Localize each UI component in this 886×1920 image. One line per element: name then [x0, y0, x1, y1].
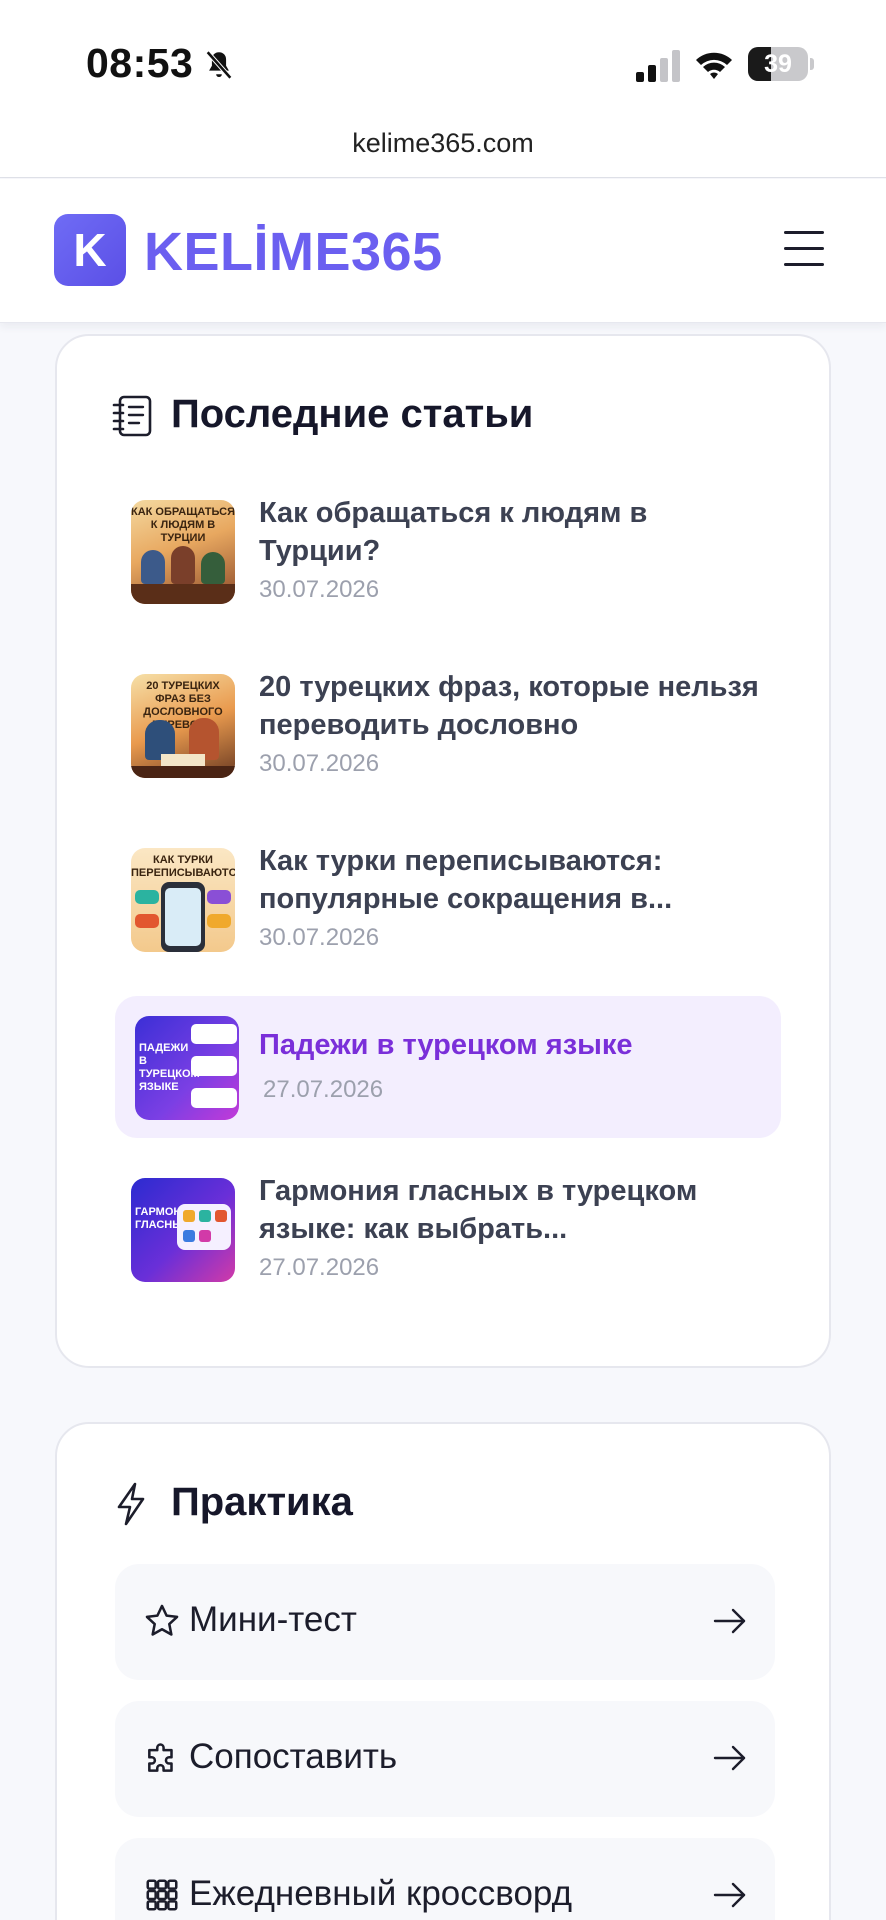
hamburger-menu-icon[interactable] — [784, 231, 824, 267]
wifi-icon — [696, 52, 732, 79]
practice-label[interactable]: Мини-тест — [189, 1600, 357, 1640]
lightning-icon — [117, 1482, 145, 1526]
status-bar: 08:53 39 — [0, 0, 886, 118]
article-thumbnail: ГАРМОНИЯ ГЛАСНЫХ — [131, 1178, 235, 1282]
practice-match[interactable]: Сопоставить — [115, 1701, 775, 1817]
latest-articles-title: Последние статьи — [171, 392, 534, 436]
article-title[interactable]: 20 турецких фраз, которые нельзя перевод… — [259, 668, 759, 744]
battery-cap — [810, 58, 814, 70]
article-date: 30.07.2026 — [259, 576, 380, 603]
practice-mini-test[interactable]: Мини-тест — [115, 1564, 775, 1680]
article-date: 27.07.2026 — [259, 1254, 380, 1281]
thumbnail-caption: ПАДЕЖИ В ТУРЕЦКОМ ЯЗЫКЕ — [139, 1042, 200, 1093]
article-thumbnail: 20 ТУРЕЦКИХ ФРАЗ БЕЗ ДОСЛОВНОГО ПЕРЕВОДА — [131, 674, 235, 778]
grid-icon — [146, 1879, 178, 1911]
battery-level: 39 — [764, 50, 792, 78]
logo-text[interactable]: KELİME365 — [144, 221, 443, 283]
practice-card: Практика Мини-тест Сопоставить Ежедневны… — [55, 1422, 831, 1920]
logo-badge[interactable]: K — [54, 214, 126, 286]
article-title[interactable]: Падежи в турецком языке — [259, 1026, 759, 1064]
article-date: 30.07.2026 — [259, 924, 380, 951]
puzzle-icon — [148, 1743, 173, 1772]
arrow-right-icon[interactable] — [713, 1880, 747, 1910]
thumbnail-caption: КАК ОБРАЩАТЬСЯ К ЛЮДЯМ В ТУРЦИИ — [131, 506, 235, 544]
practice-daily-crossword[interactable]: Ежедневный кроссворд — [115, 1838, 775, 1920]
article-date: 30.07.2026 — [259, 750, 380, 777]
article-item[interactable]: КАК ОБРАЩАТЬСЯ К ЛЮДЯМ В ТУРЦИИ Как обра… — [115, 486, 781, 628]
article-item[interactable]: КАК ТУРКИ ПЕРЕПИСЫВАЮТСЯ Как турки переп… — [115, 834, 781, 976]
practice-label[interactable]: Сопоставить — [189, 1737, 397, 1777]
article-thumbnail: КАК ТУРКИ ПЕРЕПИСЫВАЮТСЯ — [131, 848, 235, 952]
arrow-right-icon[interactable] — [713, 1606, 747, 1636]
article-thumbnail: ПАДЕЖИ В ТУРЕЦКОМ ЯЗЫКЕ — [135, 1016, 239, 1120]
article-title[interactable]: Как турки переписываются: популярные сок… — [259, 842, 759, 918]
article-title[interactable]: Гармония гласных в турецком языке: как в… — [259, 1172, 759, 1248]
notebook-icon — [112, 395, 152, 437]
article-date: 27.07.2026 — [263, 1076, 384, 1103]
practice-label[interactable]: Ежедневный кроссворд — [189, 1874, 572, 1914]
thumbnail-caption: 20 ТУРЕЦКИХ ФРАЗ БЕЗ ДОСЛОВНОГО ПЕРЕВОДА — [143, 680, 223, 731]
bell-off-icon — [205, 50, 233, 80]
star-icon — [145, 1604, 179, 1636]
article-item[interactable]: 20 ТУРЕЦКИХ ФРАЗ БЕЗ ДОСЛОВНОГО ПЕРЕВОДА… — [115, 660, 781, 802]
battery-indicator: 39 — [748, 47, 808, 81]
practice-title: Практика — [171, 1480, 353, 1524]
article-title[interactable]: Как обращаться к людям в Турции? — [259, 494, 759, 570]
arrow-right-icon[interactable] — [713, 1743, 747, 1773]
article-item-active[interactable]: ПАДЕЖИ В ТУРЕЦКОМ ЯЗЫКЕ Падежи в турецко… — [115, 996, 781, 1138]
article-item[interactable]: ГАРМОНИЯ ГЛАСНЫХ Гармония гласных в туре… — [115, 1164, 781, 1306]
address-url[interactable]: kelime365.com — [0, 128, 886, 159]
site-header: K KELİME365 — [0, 179, 886, 323]
article-thumbnail: КАК ОБРАЩАТЬСЯ К ЛЮДЯМ В ТУРЦИИ — [131, 500, 235, 604]
latest-articles-card: Последние статьи КАК ОБРАЩАТЬСЯ К ЛЮДЯМ … — [55, 334, 831, 1368]
cellular-signal-icon — [636, 50, 680, 82]
status-time: 08:53 — [86, 40, 194, 86]
thumbnail-caption: КАК ТУРКИ ПЕРЕПИСЫВАЮТСЯ — [131, 854, 235, 879]
